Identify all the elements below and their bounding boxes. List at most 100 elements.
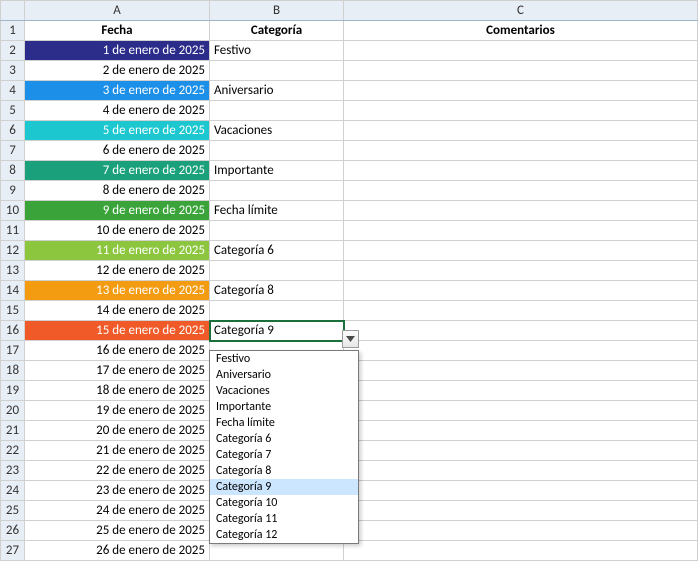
cell-comentarios[interactable] <box>344 121 698 141</box>
cell-comentarios[interactable] <box>344 401 698 421</box>
row-header[interactable]: 15 <box>1 301 25 321</box>
cell-comentarios[interactable] <box>344 381 698 401</box>
cell-comentarios[interactable] <box>344 261 698 281</box>
cell-fecha[interactable]: 16 de enero de 2025 <box>25 341 210 361</box>
header-cell-fecha[interactable]: Fecha <box>25 21 210 41</box>
cell-categoria[interactable]: Aniversario <box>210 81 344 101</box>
cell-fecha[interactable]: 21 de enero de 2025 <box>25 441 210 461</box>
cell-comentarios[interactable] <box>344 161 698 181</box>
row-header[interactable]: 20 <box>1 401 25 421</box>
row-header[interactable]: 13 <box>1 261 25 281</box>
cell-fecha[interactable]: 23 de enero de 2025 <box>25 481 210 501</box>
cell-categoria[interactable]: Categoría 6 <box>210 241 344 261</box>
cell-fecha[interactable]: 24 de enero de 2025 <box>25 501 210 521</box>
cell-fecha[interactable]: 12 de enero de 2025 <box>25 261 210 281</box>
cell-categoria[interactable] <box>210 221 344 241</box>
row-header[interactable]: 1 <box>1 21 25 41</box>
row-header[interactable]: 8 <box>1 161 25 181</box>
cell-fecha[interactable]: 22 de enero de 2025 <box>25 461 210 481</box>
dropdown-option[interactable]: Importante <box>210 399 358 415</box>
dropdown-option[interactable]: Categoría 9 <box>210 479 358 495</box>
cell-fecha[interactable]: 17 de enero de 2025 <box>25 361 210 381</box>
cell-fecha[interactable]: 10 de enero de 2025 <box>25 221 210 241</box>
row-header[interactable]: 4 <box>1 81 25 101</box>
row-header[interactable]: 16 <box>1 321 25 341</box>
cell-comentarios[interactable] <box>344 421 698 441</box>
cell-fecha[interactable]: 2 de enero de 2025 <box>25 61 210 81</box>
row-header[interactable]: 24 <box>1 481 25 501</box>
header-cell-categoria[interactable]: Categoría <box>210 21 344 41</box>
dropdown-option[interactable]: Vacaciones <box>210 383 358 399</box>
cell-comentarios[interactable] <box>344 241 698 261</box>
cell-comentarios[interactable] <box>344 281 698 301</box>
row-header[interactable]: 17 <box>1 341 25 361</box>
row-header[interactable]: 18 <box>1 361 25 381</box>
column-header-a[interactable]: A <box>25 1 210 21</box>
cell-fecha[interactable]: 9 de enero de 2025 <box>25 201 210 221</box>
cell-comentarios[interactable] <box>344 301 698 321</box>
cell-categoria[interactable] <box>210 301 344 321</box>
cell-comentarios[interactable] <box>344 61 698 81</box>
dropdown-option[interactable]: Aniversario <box>210 367 358 383</box>
row-header[interactable]: 10 <box>1 201 25 221</box>
cell-fecha[interactable]: 1 de enero de 2025 <box>25 41 210 61</box>
cell-comentarios[interactable] <box>344 361 698 381</box>
cell-comentarios[interactable] <box>344 321 698 341</box>
cell-comentarios[interactable] <box>344 101 698 121</box>
validation-dropdown-list[interactable]: FestivoAniversarioVacacionesImportanteFe… <box>209 350 359 544</box>
row-header[interactable]: 3 <box>1 61 25 81</box>
cell-categoria[interactable]: Importante <box>210 161 344 181</box>
cell-comentarios[interactable] <box>344 501 698 521</box>
row-header[interactable]: 22 <box>1 441 25 461</box>
cell-categoria[interactable]: Categoría 8 <box>210 281 344 301</box>
dropdown-option[interactable]: Categoría 6 <box>210 431 358 447</box>
row-header[interactable]: 9 <box>1 181 25 201</box>
cell-fecha[interactable]: 5 de enero de 2025 <box>25 121 210 141</box>
cell-fecha[interactable]: 25 de enero de 2025 <box>25 521 210 541</box>
cell-categoria[interactable] <box>210 141 344 161</box>
cell-fecha[interactable]: 15 de enero de 2025 <box>25 321 210 341</box>
column-header-c[interactable]: C <box>344 1 698 21</box>
cell-categoria[interactable] <box>210 261 344 281</box>
cell-comentarios[interactable] <box>344 521 698 541</box>
cell-comentarios[interactable] <box>344 141 698 161</box>
cell-categoria[interactable] <box>210 61 344 81</box>
cell-fecha[interactable]: 11 de enero de 2025 <box>25 241 210 261</box>
row-header[interactable]: 7 <box>1 141 25 161</box>
cell-comentarios[interactable] <box>344 341 698 361</box>
row-header[interactable]: 11 <box>1 221 25 241</box>
cell-fecha[interactable]: 7 de enero de 2025 <box>25 161 210 181</box>
row-header[interactable]: 23 <box>1 461 25 481</box>
row-header[interactable]: 27 <box>1 541 25 561</box>
row-header[interactable]: 25 <box>1 501 25 521</box>
dropdown-option[interactable]: Categoría 8 <box>210 463 358 479</box>
cell-fecha[interactable]: 19 de enero de 2025 <box>25 401 210 421</box>
row-header[interactable]: 2 <box>1 41 25 61</box>
dropdown-option[interactable]: Categoría 11 <box>210 511 358 527</box>
cell-comentarios[interactable] <box>344 181 698 201</box>
cell-categoria[interactable] <box>210 101 344 121</box>
cell-comentarios[interactable] <box>344 41 698 61</box>
select-all-corner[interactable] <box>1 1 25 21</box>
cell-fecha[interactable]: 4 de enero de 2025 <box>25 101 210 121</box>
row-header[interactable]: 26 <box>1 521 25 541</box>
cell-categoria[interactable]: Categoría 9 <box>210 321 344 341</box>
dropdown-option[interactable]: Categoría 10 <box>210 495 358 511</box>
cell-fecha[interactable]: 6 de enero de 2025 <box>25 141 210 161</box>
cell-comentarios[interactable] <box>344 481 698 501</box>
dropdown-option[interactable]: Fecha límite <box>210 415 358 431</box>
row-header[interactable]: 5 <box>1 101 25 121</box>
cell-fecha[interactable]: 20 de enero de 2025 <box>25 421 210 441</box>
cell-comentarios[interactable] <box>344 221 698 241</box>
row-header[interactable]: 14 <box>1 281 25 301</box>
cell-categoria[interactable]: Fecha límite <box>210 201 344 221</box>
dropdown-option[interactable]: Categoría 12 <box>210 527 358 543</box>
header-cell-comentarios[interactable]: Comentarios <box>344 21 698 41</box>
dropdown-option[interactable]: Festivo <box>210 351 358 367</box>
cell-categoria[interactable] <box>210 181 344 201</box>
cell-fecha[interactable]: 26 de enero de 2025 <box>25 541 210 561</box>
cell-categoria[interactable]: Vacaciones <box>210 121 344 141</box>
row-header[interactable]: 12 <box>1 241 25 261</box>
cell-comentarios[interactable] <box>344 441 698 461</box>
column-header-b[interactable]: B <box>210 1 344 21</box>
